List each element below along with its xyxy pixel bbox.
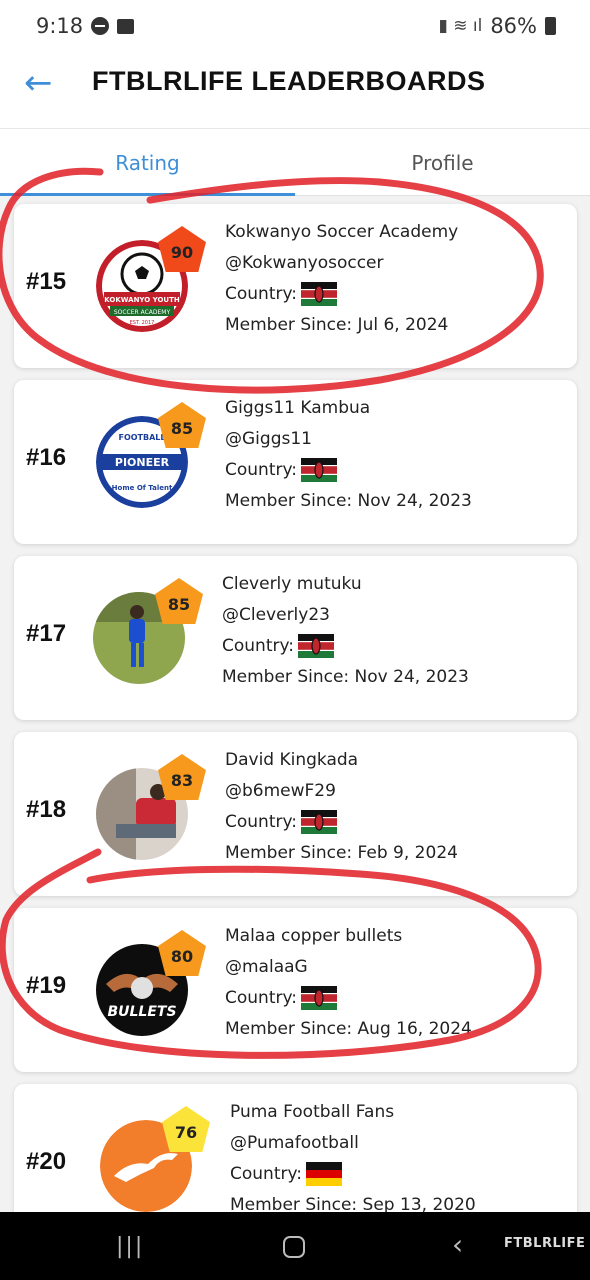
- member-handle: @malaaG: [225, 957, 308, 977]
- kenya-flag-icon: [301, 458, 338, 482]
- country-label: Country:: [230, 1164, 303, 1184]
- member-handle: @Cleverly23: [222, 605, 330, 625]
- kenya-flag-icon: [301, 282, 338, 306]
- member-handle: @b6mewF29: [225, 781, 336, 801]
- member-info: Giggs11 Kambua @Giggs11 Country: Member …: [225, 393, 472, 517]
- svg-text:BULLETS: BULLETS: [107, 1004, 176, 1020]
- svg-text:PIONEER: PIONEER: [115, 456, 170, 469]
- rank-label: #17: [26, 620, 67, 647]
- rank-label: #15: [26, 268, 67, 295]
- arrow-left-icon[interactable]: ←: [24, 66, 53, 100]
- leaderboard-card[interactable]: #15 KOKWANYO YOUTH SOCCER ACADEMY EST. 2…: [14, 204, 577, 368]
- status-time: 9:18: [36, 14, 84, 38]
- member-info: Puma Football Fans @Pumafootball Country…: [230, 1097, 476, 1212]
- svg-text:EST. 2017: EST. 2017: [130, 320, 155, 326]
- rank-label: #18: [26, 796, 67, 823]
- do-not-disturb-icon: [91, 17, 110, 35]
- member-handle: @Kokwanyosoccer: [225, 253, 384, 273]
- ftblrlife-logo: FTBLRLIFE: [504, 1236, 586, 1251]
- member-since: Member Since: Nov 24, 2023: [225, 491, 472, 511]
- kenya-flag-icon: [298, 634, 335, 658]
- country-label: Country:: [222, 636, 295, 656]
- member-name: Puma Football Fans: [230, 1102, 395, 1122]
- rating-badge: 83: [158, 754, 206, 800]
- member-info: Kokwanyo Soccer Academy @Kokwanyosoccer …: [225, 217, 458, 341]
- rank-label: #19: [26, 972, 67, 999]
- member-since: Member Since: Aug 16, 2024: [225, 1019, 472, 1039]
- member-since: Member Since: Sep 13, 2020: [230, 1195, 476, 1212]
- leaderboard-card[interactable]: #19 BULLETS 80 Malaa copper bullets @mal…: [14, 908, 577, 1072]
- gallery-icon: [117, 18, 135, 34]
- rating-badge: 90: [158, 226, 206, 272]
- rating-badge: 80: [158, 930, 206, 976]
- member-name: Kokwanyo Soccer Academy: [225, 222, 459, 242]
- svg-text:FOOTBALL: FOOTBALL: [118, 433, 165, 442]
- system-nav-bar: ||| ‹ FTBLRLIFE: [0, 1212, 590, 1280]
- leaderboard-card[interactable]: #16 PIONEER FOOTBALL Home Of Talent 85 G…: [14, 380, 577, 544]
- member-name: David Kingkada: [225, 750, 359, 770]
- member-handle: @Giggs11: [225, 429, 312, 449]
- app-bar: ← FTBLRLIFE LEADERBOARDS: [0, 52, 590, 126]
- country-label: Country:: [225, 460, 298, 480]
- status-bar: 9:18 ▮ ≋ ıl 86%: [0, 0, 590, 52]
- member-info: Malaa copper bullets @malaaG Country: Me…: [225, 921, 472, 1045]
- leaderboard-card[interactable]: #18 83 David Kingkada @b6mewF29 Country:…: [14, 732, 577, 896]
- member-since: Member Since: Jul 6, 2024: [225, 315, 449, 335]
- leaderboard-list[interactable]: #15 KOKWANYO YOUTH SOCCER ACADEMY EST. 2…: [0, 196, 590, 1212]
- back-chevron-icon[interactable]: ‹: [452, 1228, 463, 1261]
- member-name: Malaa copper bullets: [225, 926, 403, 946]
- battery-percent: 86%: [490, 14, 537, 38]
- rating-badge: 85: [155, 578, 203, 624]
- country-label: Country:: [225, 812, 298, 832]
- tab-bar: Rating Profile: [0, 128, 590, 196]
- member-info: David Kingkada @b6mewF29 Country: Member…: [225, 745, 458, 869]
- page-title: FTBLRLIFE LEADERBOARDS: [92, 66, 486, 96]
- member-name: Cleverly mutuku: [222, 574, 362, 594]
- wifi-signal-icon: ▮ ≋ ıl: [438, 16, 483, 36]
- rank-label: #16: [26, 444, 67, 471]
- leaderboard-card[interactable]: #20 76 Puma Football Fans @Pumafootball …: [14, 1084, 577, 1212]
- country-label: Country:: [225, 988, 298, 1008]
- member-name: Giggs11 Kambua: [225, 398, 371, 418]
- country-label: Country:: [225, 284, 298, 304]
- member-since: Member Since: Feb 9, 2024: [225, 843, 458, 863]
- rating-badge: 76: [162, 1106, 210, 1152]
- recent-apps-icon[interactable]: |||: [116, 1234, 144, 1259]
- tab-rating[interactable]: Rating: [0, 129, 295, 195]
- member-info: Cleverly mutuku @Cleverly23 Country: Mem…: [222, 569, 469, 693]
- rank-label: #20: [26, 1148, 67, 1175]
- tab-profile[interactable]: Profile: [295, 129, 590, 195]
- germany-flag-icon: [306, 1162, 343, 1186]
- leaderboard-card[interactable]: #17 85 Cleverly mutuku @Cleverly23 Count…: [14, 556, 577, 720]
- svg-text:Home Of Talent: Home Of Talent: [112, 484, 173, 492]
- member-since: Member Since: Nov 24, 2023: [222, 667, 469, 687]
- kenya-flag-icon: [301, 810, 338, 834]
- battery-icon: [545, 17, 556, 35]
- kenya-flag-icon: [301, 986, 338, 1010]
- rating-badge: 85: [158, 402, 206, 448]
- svg-text:KOKWANYO YOUTH: KOKWANYO YOUTH: [104, 296, 180, 304]
- home-icon[interactable]: [283, 1236, 305, 1258]
- member-handle: @Pumafootball: [230, 1133, 359, 1153]
- svg-text:SOCCER ACADEMY: SOCCER ACADEMY: [114, 309, 171, 316]
